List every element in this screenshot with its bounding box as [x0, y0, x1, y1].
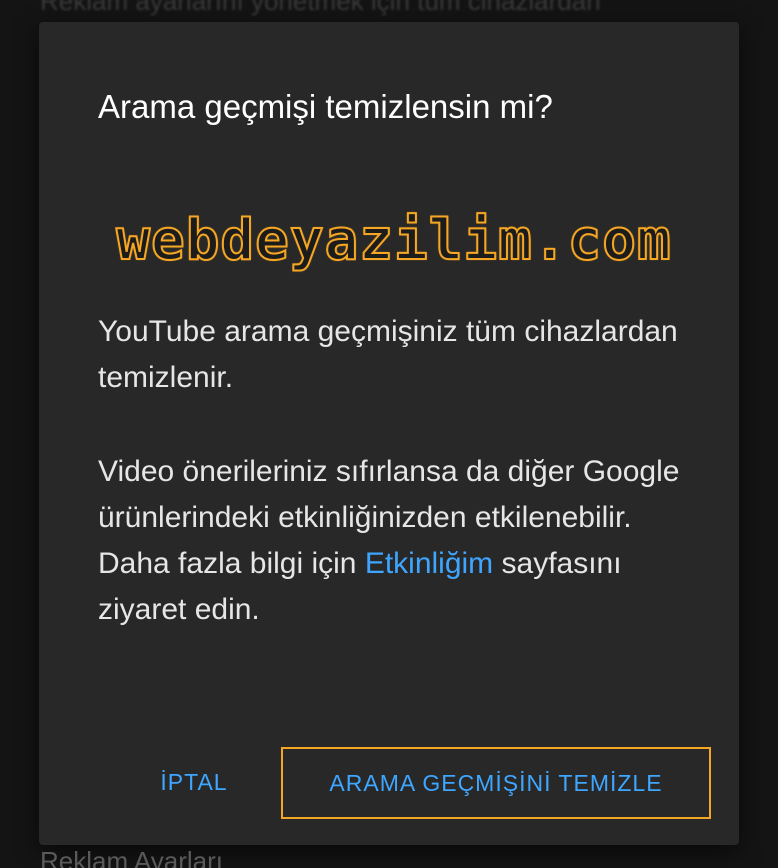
clear-history-button[interactable]: ARAMA GEÇMİŞİNİ TEMİZLE: [281, 747, 711, 819]
dialog-title: Arama geçmişi temizlensin mi?: [98, 88, 553, 125]
dialog-message-2: Video önerileriniz sıfırlansa da diğer G…: [98, 449, 698, 633]
cancel-button[interactable]: İPTAL: [139, 760, 249, 804]
background-text-bottom: Reklam Ayarları: [40, 846, 224, 868]
watermark: webdeyazilim.com: [115, 207, 672, 274]
clear-history-dialog: Arama geçmişi temizlensin mi? webdeyazil…: [39, 22, 739, 845]
dialog-message-1: YouTube arama geçmişiniz tüm cihazlardan…: [98, 315, 678, 394]
screen: Reklam ayarlarını yönetmek için tüm ciha…: [0, 0, 778, 868]
background-text-top: Reklam ayarlarını yönetmek için tüm ciha…: [40, 0, 601, 16]
my-activity-link[interactable]: Etkinliğim: [365, 547, 493, 580]
